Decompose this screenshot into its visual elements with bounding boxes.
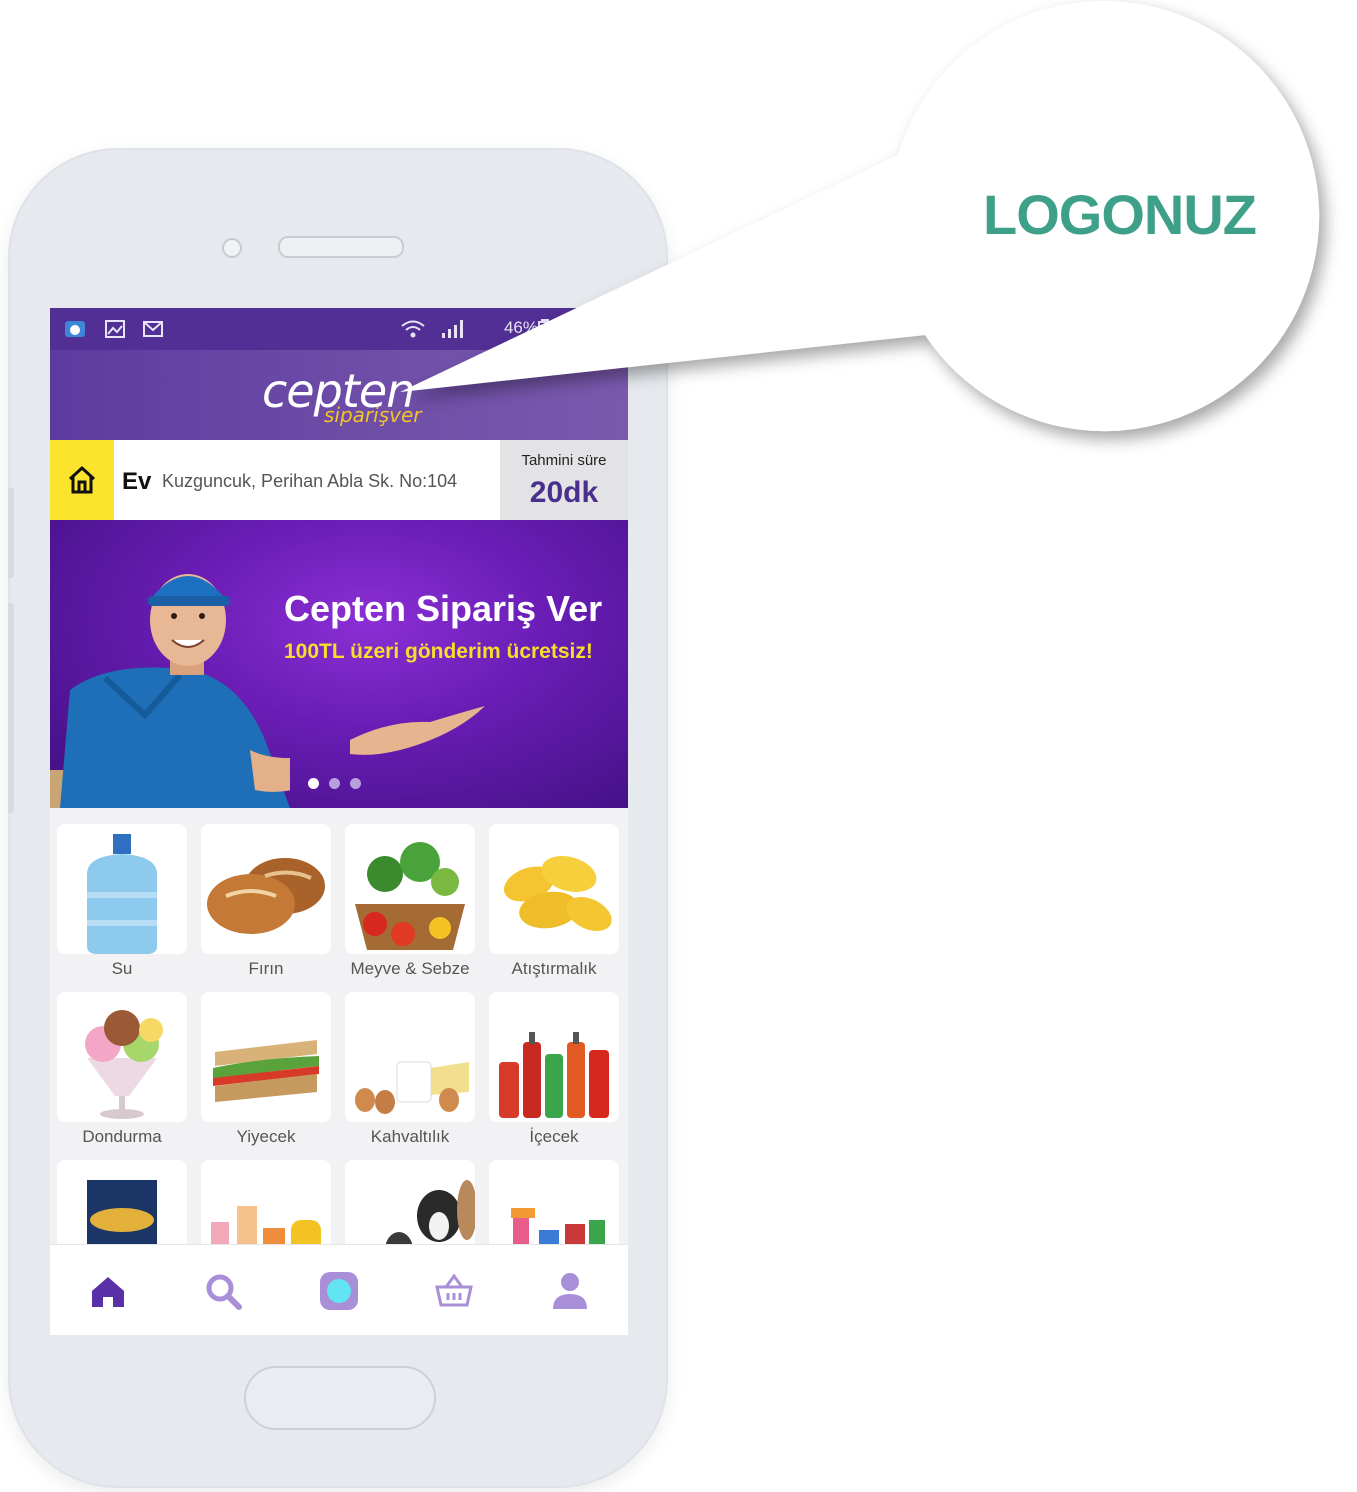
category-tile-dondurma[interactable]: Dondurma: [50, 976, 194, 1146]
carousel-dot[interactable]: [329, 778, 340, 789]
physical-home-button[interactable]: [244, 1366, 436, 1430]
drinks-icon: [499, 1032, 609, 1118]
front-camera: [222, 238, 242, 258]
camera-icon[interactable]: [317, 1269, 361, 1313]
category-tile-yiyecek[interactable]: Yiyecek: [194, 976, 338, 1146]
callout-text: LOGONUZ: [983, 183, 1257, 246]
battery-icon: [538, 319, 552, 339]
address-label: Ev: [122, 468, 152, 495]
delivery-address-bar[interactable]: Ev Kuzguncuk, Perihan Abla Sk. No:104 Ta…: [50, 440, 628, 520]
address-text: Kuzguncuk, Perihan Abla Sk. No:104: [162, 471, 458, 491]
category-tile-icecek[interactable]: İçecek: [482, 976, 626, 1146]
search-icon[interactable]: [201, 1269, 245, 1313]
category-grid: Su Fırın Meyve & Sebze Atıştırmalık Dond…: [50, 808, 628, 1290]
category-tile-firin[interactable]: Fırın: [194, 808, 338, 978]
side-button: [8, 603, 14, 813]
home-icon[interactable]: [86, 1269, 130, 1313]
delivery-man-illustration: [50, 574, 290, 808]
volume-button: [8, 488, 14, 578]
carousel-indicator[interactable]: [308, 776, 371, 794]
estimated-time-box: Tahmini süre 20dk: [500, 440, 628, 520]
category-tile-su[interactable]: Su: [50, 808, 194, 978]
profile-icon[interactable]: [548, 1269, 592, 1313]
gmail-icon: [143, 321, 163, 337]
wifi-icon: [401, 320, 425, 338]
app-screen: 46% cepten siparişver Ev Kuzguncuk, Peri…: [50, 308, 628, 1335]
basket-icon[interactable]: [432, 1269, 476, 1313]
banner-title: Cepten Sipariş Ver: [284, 588, 603, 629]
category-card: [57, 992, 187, 1122]
category-card: [57, 824, 187, 954]
vegetable-basket-icon: [355, 842, 465, 950]
carousel-dot[interactable]: [308, 778, 319, 789]
earpiece-speaker: [278, 236, 404, 258]
water-bottle-icon: [87, 834, 157, 954]
chips-icon: [503, 856, 612, 931]
app-logo-tagline: siparişver: [324, 403, 422, 427]
status-bar: 46%: [50, 308, 628, 350]
weather-icon: [65, 321, 85, 337]
signal-icon: [442, 320, 463, 338]
category-tile-atistirmalik[interactable]: Atıştırmalık: [482, 808, 626, 978]
category-card: [489, 824, 619, 954]
estimated-time-label: Tahmini süre: [521, 452, 607, 469]
category-tile-kahvaltilik[interactable]: Kahvaltılık: [338, 976, 482, 1146]
banner-subtitle: 100TL üzeri gönderim ücretsiz!: [284, 640, 593, 663]
bread-icon: [207, 858, 325, 934]
gallery-icon: [105, 320, 125, 338]
category-card: [489, 992, 619, 1122]
category-card: [201, 992, 331, 1122]
category-card: [345, 992, 475, 1122]
sandwich-icon: [213, 1040, 319, 1102]
category-card: [201, 824, 331, 954]
app-header: cepten siparişver: [50, 350, 628, 440]
category-card: [345, 824, 475, 954]
category-tile-meyve-sebze[interactable]: Meyve & Sebze: [338, 808, 482, 978]
bottom-navigation: [50, 1244, 628, 1335]
battery-percent: 46%: [503, 318, 538, 337]
open-hand-illustration: [350, 706, 485, 755]
promo-banner[interactable]: Cepten Sipariş Ver 100TL üzeri gönderim …: [50, 520, 628, 808]
carousel-dot[interactable]: [350, 778, 361, 789]
ice-cream-icon: [85, 1010, 163, 1119]
address-type-badge: [50, 440, 114, 520]
house-icon: [68, 466, 96, 494]
breakfast-icon: [355, 1061, 469, 1114]
estimated-time-value: 20dk: [529, 476, 599, 509]
